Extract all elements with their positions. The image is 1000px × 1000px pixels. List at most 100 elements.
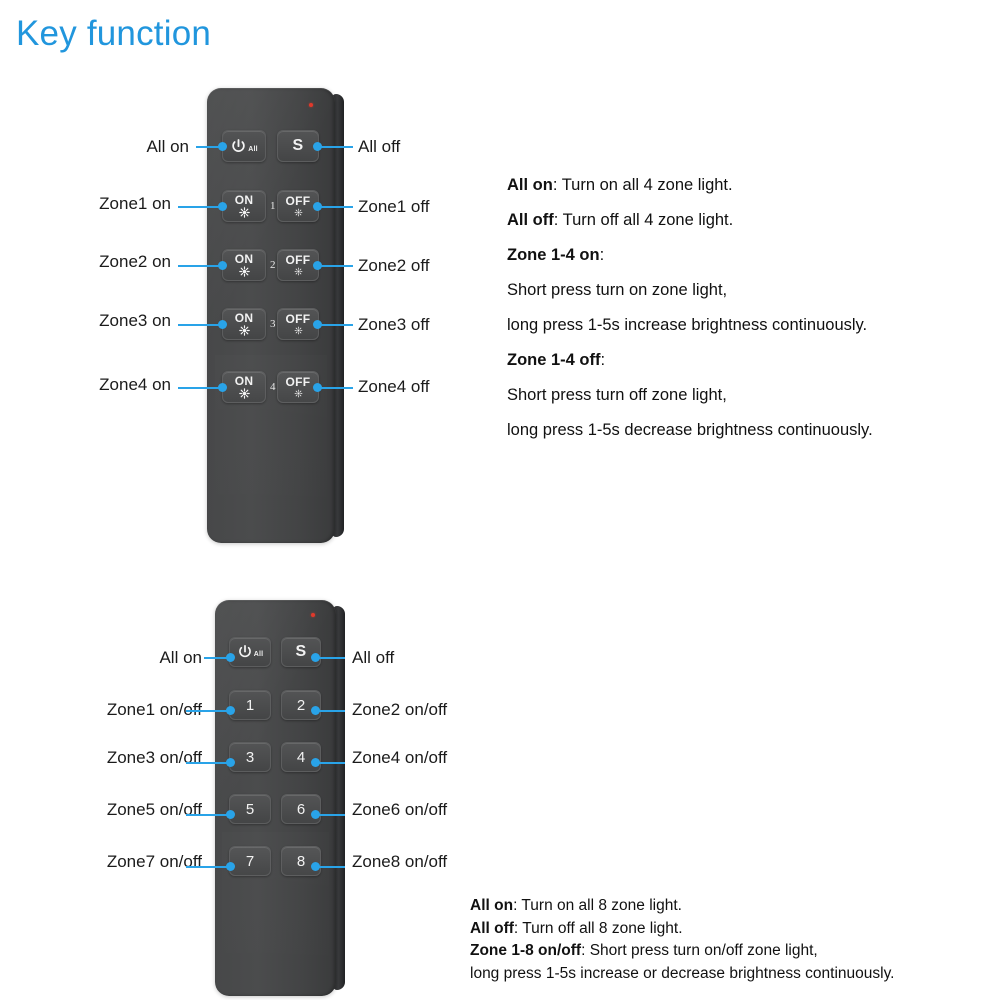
key-zone4-on[interactable]: ON xyxy=(222,371,266,403)
desc-row: Zone 1-8 on/off: Short press turn on/off… xyxy=(470,940,990,963)
key-s-label: S xyxy=(295,643,307,660)
desc-row: All off: Turn off all 4 zone light. xyxy=(507,203,987,238)
desc-row-rest: long press 1-5s decrease brightness cont… xyxy=(507,421,873,439)
key-off-label: OFF xyxy=(285,312,311,326)
sun-dim-icon xyxy=(294,208,302,217)
sun-dim-icon xyxy=(294,326,302,335)
callout2-right-zone8: Zone8 on/off xyxy=(352,852,448,871)
led-indicator xyxy=(311,613,315,617)
callout2-dot-left-4 xyxy=(226,862,235,871)
key-number-label: 1 xyxy=(245,696,255,714)
desc-row-bold: All on xyxy=(507,176,553,194)
callout2-dot-left-1 xyxy=(226,706,235,715)
desc-row: All off: Turn off all 8 zone light. xyxy=(470,918,990,941)
desc-row-rest: : xyxy=(600,351,606,369)
power-icon xyxy=(232,138,245,152)
desc-row-rest: : xyxy=(599,246,605,264)
callout2-dot-left-2 xyxy=(226,758,235,767)
key-zone5-onoff[interactable]: 5 xyxy=(229,794,271,824)
callout-left-zone4-on: Zone4 on xyxy=(99,375,171,394)
callout-line-right-1 xyxy=(318,206,353,208)
desc-row-bold: Zone 1-8 on/off xyxy=(470,942,582,959)
desc-row-rest: : Turn on all 8 zone light. xyxy=(513,897,682,914)
power-sub-label: All xyxy=(248,145,258,153)
callout2-line-right-2 xyxy=(316,762,345,764)
page-title: Key function xyxy=(16,14,212,53)
desc-row-rest: long press 1-5s increase brightness cont… xyxy=(507,316,868,334)
sun-bright-icon xyxy=(238,325,250,336)
callout-right-zone1-off: Zone1 off xyxy=(358,197,430,216)
callout2-line-right-3 xyxy=(316,814,345,816)
zone-index-4: 4 xyxy=(270,381,276,393)
callout-dot-left-2 xyxy=(218,261,227,270)
sun-bright-icon xyxy=(238,207,250,218)
key-zone2-on[interactable]: ON xyxy=(222,249,266,281)
callout2-line-left-3 xyxy=(186,814,230,816)
key-number-label: 5 xyxy=(245,800,255,818)
zone-index-2: 2 xyxy=(270,259,276,271)
callout2-line-left-1 xyxy=(186,710,230,712)
desc-row-rest: Short press turn off zone light, xyxy=(507,386,727,404)
desc-row: Short press turn on zone light, xyxy=(507,273,987,308)
key-zone4-onoff[interactable]: 4 xyxy=(281,742,321,772)
callout2-dot-left-3 xyxy=(226,810,235,819)
power-icon-wrap: All xyxy=(230,138,258,155)
callout2-line-left-2 xyxy=(186,762,230,764)
desc-row-bold: All off xyxy=(507,211,554,229)
callout-dot-left-1 xyxy=(218,202,227,211)
key-all-off-s[interactable]: S xyxy=(281,637,321,667)
callout2-right-zone6: Zone6 on/off xyxy=(352,800,448,819)
page-root: Key function All S ON 1 OFF ON 2 OFF ON … xyxy=(0,0,1000,1000)
sun-bright-icon xyxy=(238,388,250,399)
callout2-left-zone5: Zone5 on/off xyxy=(106,800,202,819)
callout-line-left-3 xyxy=(178,324,222,326)
sun-dim-icon xyxy=(294,389,302,398)
key-zone3-on[interactable]: ON xyxy=(222,308,266,340)
zone-index-1: 1 xyxy=(270,200,276,212)
desc-row-rest: : Turn off all 4 zone light. xyxy=(553,211,734,229)
desc-row: Zone 1-4 off: xyxy=(507,343,987,378)
key-zone6-onoff[interactable]: 6 xyxy=(281,794,321,824)
key-zone1-onoff[interactable]: 1 xyxy=(229,690,271,720)
callout2-left-all-on: All on xyxy=(159,648,202,667)
desc-row-rest: : Turn on all 4 zone light. xyxy=(552,176,733,194)
desc-row: All on: Turn on all 8 zone light. xyxy=(470,895,990,918)
desc-row-rest: Short press turn on zone light, xyxy=(507,281,728,299)
key-number-label: 8 xyxy=(296,852,306,870)
callout-left-all-on: All on xyxy=(146,137,189,156)
key-zone7-onoff[interactable]: 7 xyxy=(229,846,271,876)
key-zone1-on[interactable]: ON xyxy=(222,190,266,222)
callout2-line-right-4 xyxy=(316,866,345,868)
key-off-label: OFF xyxy=(285,194,311,208)
remote-4zone-face: All S ON 1 OFF ON 2 OFF ON 3 OFF ON 4 OF… xyxy=(207,88,335,543)
callout2-line-right-0 xyxy=(316,657,345,659)
desc-row: long press 1-5s increase or decrease bri… xyxy=(470,963,990,986)
desc-row-bold: All on xyxy=(470,897,514,914)
key-zone3-onoff[interactable]: 3 xyxy=(229,742,271,772)
key-on-label: ON xyxy=(234,311,254,325)
callout-right-all-off: All off xyxy=(358,137,401,156)
key-all-on-power[interactable]: All xyxy=(222,130,266,162)
callout-line-left-4 xyxy=(178,387,222,389)
remote-4zone: All S ON 1 OFF ON 2 OFF ON 3 OFF ON 4 OF… xyxy=(207,88,344,543)
sun-dim-icon xyxy=(294,267,302,276)
desc-row-bold: All off xyxy=(470,919,514,937)
callout2-dot-left-0 xyxy=(226,653,235,662)
desc-row: All on: Turn on all 4 zone light. xyxy=(507,168,987,203)
desc-row: Short press turn off zone light, xyxy=(507,378,987,413)
power-sub-label: All xyxy=(253,651,264,658)
key-number-label: 3 xyxy=(245,748,255,766)
callout2-line-left-4 xyxy=(186,866,230,868)
key-s-label: S xyxy=(292,137,304,154)
callout-left-zone3-on: Zone3 on xyxy=(99,311,171,330)
callout-dot-left-3 xyxy=(218,320,227,329)
led-indicator xyxy=(309,103,313,107)
desc-row-rest: : Short press turn on/off zone light, xyxy=(581,942,818,959)
description-8zone: All on: Turn on all 8 zone light. All of… xyxy=(470,895,990,985)
key-zone8-onoff[interactable]: 8 xyxy=(281,846,321,876)
key-zone2-onoff[interactable]: 2 xyxy=(281,690,321,720)
callout2-left-zone3: Zone3 on/off xyxy=(106,748,202,767)
desc-row: long press 1-5s decrease brightness cont… xyxy=(507,413,987,448)
sun-bright-icon xyxy=(238,266,250,277)
key-all-on-power[interactable]: All xyxy=(229,637,271,667)
